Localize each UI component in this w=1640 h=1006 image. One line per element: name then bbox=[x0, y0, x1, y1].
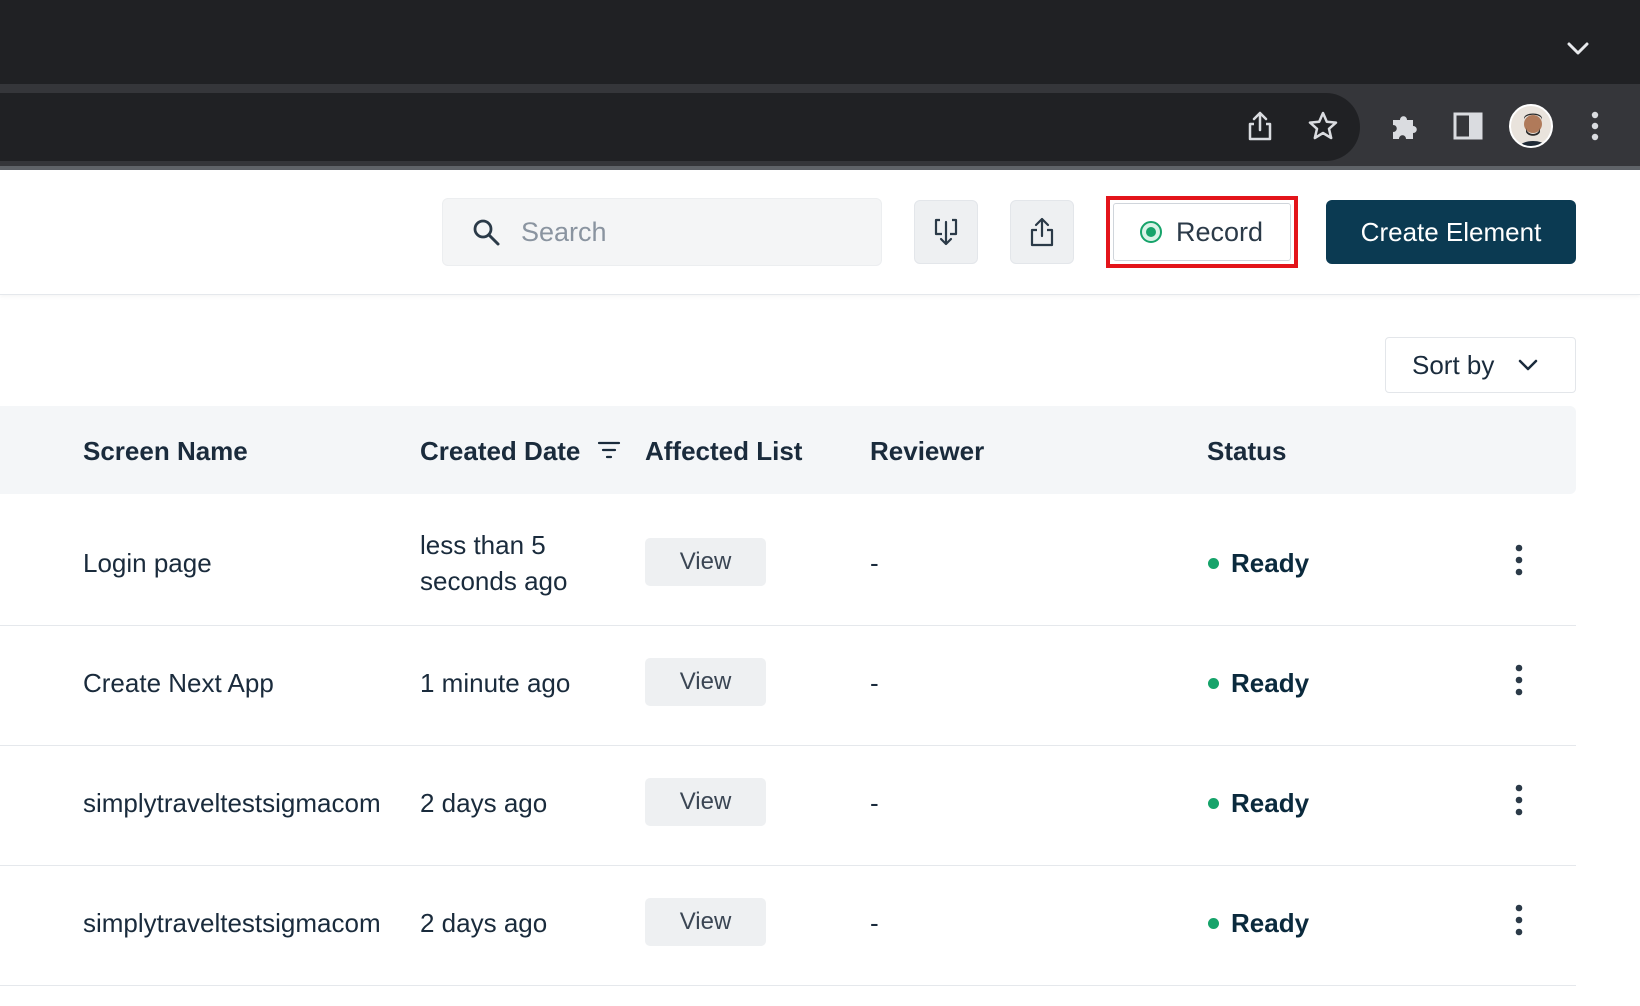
extensions-puzzle-icon[interactable] bbox=[1385, 106, 1425, 146]
row-actions-kebab-icon[interactable] bbox=[1504, 900, 1534, 940]
created-date-cell: less than 5 seconds ago bbox=[420, 530, 568, 596]
screen-name-cell: Create Next App bbox=[83, 668, 274, 698]
export-icon bbox=[1030, 217, 1054, 247]
browser-tab-strip bbox=[0, 0, 1640, 84]
status-badge: Ready bbox=[1208, 665, 1309, 701]
row-actions-kebab-icon[interactable] bbox=[1504, 660, 1534, 700]
share-icon[interactable] bbox=[1240, 106, 1280, 146]
search-input[interactable] bbox=[521, 216, 851, 248]
created-date-cell: 1 minute ago bbox=[420, 668, 571, 698]
created-date-cell: 2 days ago bbox=[420, 908, 548, 938]
chevron-down-icon bbox=[1519, 359, 1538, 371]
import-button[interactable] bbox=[914, 200, 978, 264]
side-panel-icon[interactable] bbox=[1448, 106, 1488, 146]
column-header-status[interactable]: Status bbox=[1207, 436, 1286, 467]
column-header-reviewer[interactable]: Reviewer bbox=[870, 436, 984, 467]
row-actions-kebab-icon[interactable] bbox=[1504, 780, 1534, 820]
record-indicator-icon bbox=[1140, 221, 1162, 243]
reviewer-cell: - bbox=[870, 548, 879, 578]
column-header-created-date[interactable]: Created Date bbox=[420, 436, 580, 467]
screen-name-cell: simplytraveltestsigmacom bbox=[83, 788, 381, 818]
column-header-screen-name[interactable]: Screen Name bbox=[83, 436, 248, 467]
export-button[interactable] bbox=[1010, 200, 1074, 264]
screen-name-cell: Login page bbox=[83, 548, 212, 578]
profile-avatar[interactable] bbox=[1509, 104, 1553, 148]
reviewer-cell: - bbox=[870, 908, 879, 938]
row-actions-kebab-icon[interactable] bbox=[1504, 540, 1534, 580]
status-badge: Ready bbox=[1208, 905, 1309, 941]
status-badge: Ready bbox=[1208, 785, 1309, 821]
reviewer-cell: - bbox=[870, 668, 879, 698]
view-affected-list-button[interactable]: View bbox=[645, 778, 766, 826]
record-button-label: Record bbox=[1176, 216, 1264, 247]
address-bar[interactable] bbox=[0, 93, 1360, 161]
screen-name-cell: simplytraveltestsigmacom bbox=[83, 908, 381, 938]
column-header-affected-list[interactable]: Affected List bbox=[645, 436, 802, 467]
view-affected-list-button[interactable]: View bbox=[645, 898, 766, 946]
status-badge: Ready bbox=[1208, 545, 1309, 581]
import-icon bbox=[934, 218, 958, 246]
search-box[interactable] bbox=[442, 198, 882, 266]
search-icon bbox=[473, 219, 500, 246]
sort-by-label: Sort by bbox=[1412, 349, 1495, 380]
view-affected-list-button[interactable]: View bbox=[645, 538, 766, 586]
sort-by-dropdown[interactable]: Sort by bbox=[1385, 337, 1576, 393]
table-row[interactable] bbox=[0, 494, 1576, 626]
browser-menu-kebab-icon[interactable] bbox=[1575, 106, 1615, 146]
created-date-cell: 2 days ago bbox=[420, 788, 548, 818]
bookmark-star-icon[interactable] bbox=[1303, 106, 1343, 146]
view-affected-list-button[interactable]: View bbox=[645, 658, 766, 706]
sort-filter-icon[interactable] bbox=[597, 440, 621, 460]
tab-search-chevron-down-icon[interactable] bbox=[1563, 36, 1593, 62]
record-button[interactable]: Record bbox=[1113, 203, 1291, 261]
create-element-button[interactable]: Create Element bbox=[1326, 200, 1576, 264]
reviewer-cell: - bbox=[870, 788, 879, 818]
